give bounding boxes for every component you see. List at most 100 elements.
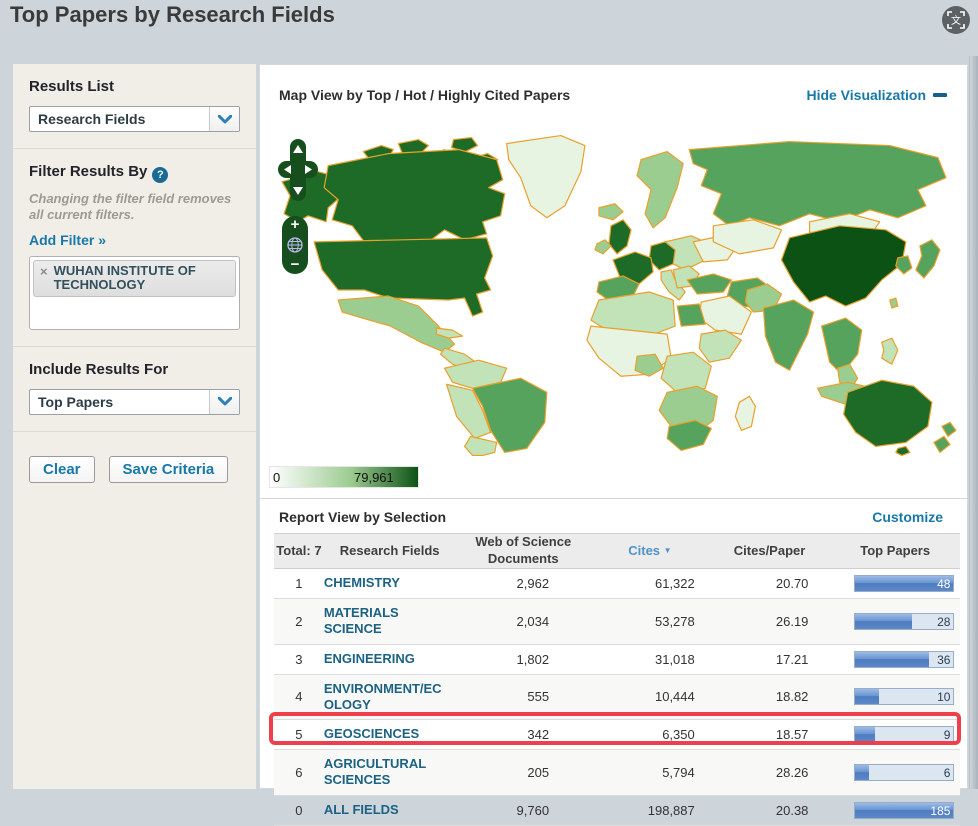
help-icon[interactable]: ? <box>152 167 169 183</box>
filter-note: Changing the filter field removes all cu… <box>29 191 232 223</box>
column-header-cites-per-paper: Cites/Paper <box>733 542 806 558</box>
report-view-title: Report View by Selection <box>279 509 447 525</box>
field-link[interactable]: AGRICULTURAL SCIENCES <box>324 756 442 789</box>
row-top-papers: 28 <box>830 607 960 636</box>
top-papers-bar: 28 <box>854 612 955 630</box>
row-top-papers: 9 <box>830 720 960 749</box>
svg-text:文: 文 <box>951 14 961 27</box>
clear-button[interactable]: Clear <box>29 455 95 483</box>
chip-label: WUHAN INSTITUTE OF TECHNOLOGY <box>53 262 196 292</box>
translate-button[interactable]: 文 <box>942 6 970 34</box>
row-field: ENGINEERING <box>324 645 456 673</box>
row-cites: 53,278 <box>654 613 695 629</box>
region-asia[interactable] <box>676 140 947 405</box>
region-south-america[interactable] <box>443 359 548 457</box>
row-top-papers: 10 <box>830 682 960 711</box>
row-top-papers: 185 <box>830 796 960 825</box>
results-list-heading: Results List <box>29 78 115 95</box>
row-rank: 5 <box>295 727 303 742</box>
table-row: 0 ALL FIELDS 9,760 198,887 20.38 185 <box>274 796 960 826</box>
include-results-selected: Top Papers <box>38 393 114 410</box>
filter-chip-box: × WUHAN INSTITUTE OF TECHNOLOGY <box>29 255 240 330</box>
row-field: AGRICULTURAL SCIENCES <box>324 750 456 795</box>
filter-chip[interactable]: × WUHAN INSTITUTE OF TECHNOLOGY <box>33 259 236 298</box>
row-cites: 61,322 <box>654 576 695 591</box>
chip-remove-icon[interactable]: × <box>40 264 48 293</box>
table-row: 2 MATERIALS SCIENCE 2,034 53,278 26.19 28 <box>274 599 960 645</box>
top-papers-bar: 185 <box>854 801 955 819</box>
zoom-out-button[interactable]: − <box>291 257 300 272</box>
customize-link[interactable]: Customize <box>872 509 943 525</box>
column-header-cites-sort[interactable]: Cites ▼ <box>591 543 709 560</box>
add-filter-link[interactable]: Add Filter » <box>29 232 106 248</box>
include-results-dropdown[interactable]: Top Papers <box>29 388 240 415</box>
minus-icon <box>933 93 947 97</box>
table-row: 4 ENVIRONMENT/ECOLOGY 555 10,444 18.82 10 <box>274 674 960 720</box>
translate-icon: 文 <box>947 11 965 29</box>
main-panel: Map View by Top / Hot / Highly Cited Pap… <box>259 64 968 826</box>
results-list-dropdown[interactable]: Research Fields <box>29 106 240 132</box>
row-top-papers: 36 <box>830 645 960 674</box>
include-results-heading: Include Results For <box>29 360 169 378</box>
top-papers-bar: 9 <box>854 726 955 743</box>
row-top-papers: 48 <box>830 569 960 598</box>
row-cites: 198,887 <box>647 802 695 818</box>
row-rank: 6 <box>295 764 303 780</box>
map-pan-control[interactable] <box>276 137 320 203</box>
field-link[interactable]: GEOSCIENCES <box>324 726 442 742</box>
table-header-row: Total: 7 Research Fields Web of Science … <box>274 533 960 569</box>
top-papers-bar: 6 <box>854 763 955 781</box>
region-north-america[interactable] <box>281 134 586 371</box>
row-wos-documents: 555 <box>527 689 550 705</box>
map-area: + − <box>268 129 962 457</box>
row-cites: 5,794 <box>662 764 695 780</box>
section-divider <box>260 498 967 499</box>
legend-min-value: 0 <box>273 470 281 485</box>
map-pan-zoom-controls: + − <box>276 137 320 274</box>
legend-max-value: 79,961 <box>354 470 394 485</box>
row-field: GEOSCIENCES <box>324 720 456 748</box>
row-cites: 10,444 <box>654 689 695 705</box>
row-cites: 6,350 <box>662 727 695 742</box>
vertical-scrollbar[interactable] <box>969 56 978 789</box>
actions-section: Clear Save Criteria <box>13 432 256 499</box>
row-field: MATERIALS SCIENCE <box>324 599 456 644</box>
region-oceania[interactable] <box>843 379 957 457</box>
sidebar: Results List Research Fields Filter Resu… <box>13 64 256 789</box>
row-field: CHEMISTRY <box>324 569 456 597</box>
row-rank: 2 <box>295 613 303 629</box>
top-papers-bar: 36 <box>854 650 955 668</box>
field-link[interactable]: ENGINEERING <box>324 651 442 667</box>
row-wos-documents: 9,760 <box>516 802 550 818</box>
row-rank: 3 <box>295 651 303 667</box>
table-row: 1 CHEMISTRY 2,962 61,322 20.70 48 <box>274 569 960 599</box>
field-link[interactable]: MATERIALS SCIENCE <box>324 605 442 638</box>
table-row: 5 GEOSCIENCES 342 6,350 18.57 9 <box>274 720 960 750</box>
row-cites-per-paper: 28.26 <box>775 764 809 780</box>
results-list-section: Results List Research Fields <box>13 64 256 149</box>
report-table: Total: 7 Research Fields Web of Science … <box>269 533 961 826</box>
save-criteria-button[interactable]: Save Criteria <box>108 455 229 483</box>
row-cites-per-paper: 17.21 <box>775 651 809 667</box>
field-link[interactable]: ALL FIELDS <box>324 802 442 818</box>
row-field: ALL FIELDS <box>324 796 456 824</box>
globe-icon[interactable] <box>287 237 303 253</box>
world-map[interactable] <box>268 129 962 457</box>
field-link[interactable]: CHEMISTRY <box>324 575 442 591</box>
filter-section: Filter Results By? Changing the filter f… <box>13 149 256 347</box>
row-wos-documents: 2,962 <box>516 576 550 591</box>
row-top-papers: 6 <box>830 758 960 787</box>
column-header-top-papers: Top Papers <box>860 542 931 558</box>
map-zoom-control: + − <box>282 216 308 274</box>
chevron-down-icon <box>209 389 239 414</box>
chevron-down-icon <box>209 107 239 131</box>
table-row: 3 ENGINEERING 1,802 31,018 17.21 36 <box>274 645 960 675</box>
hide-visualization-link[interactable]: Hide Visualization <box>806 87 947 103</box>
map-color-legend: 0 79,961 <box>269 466 419 488</box>
include-results-section: Include Results For Top Papers <box>13 347 256 432</box>
row-cites-per-paper: 20.38 <box>775 802 809 818</box>
zoom-in-button[interactable]: + <box>291 217 300 232</box>
column-header-wos-documents: Web of Science Documents <box>475 534 572 566</box>
field-link[interactable]: ENVIRONMENT/ECOLOGY <box>324 681 442 714</box>
row-field: ENVIRONMENT/ECOLOGY <box>324 675 456 720</box>
